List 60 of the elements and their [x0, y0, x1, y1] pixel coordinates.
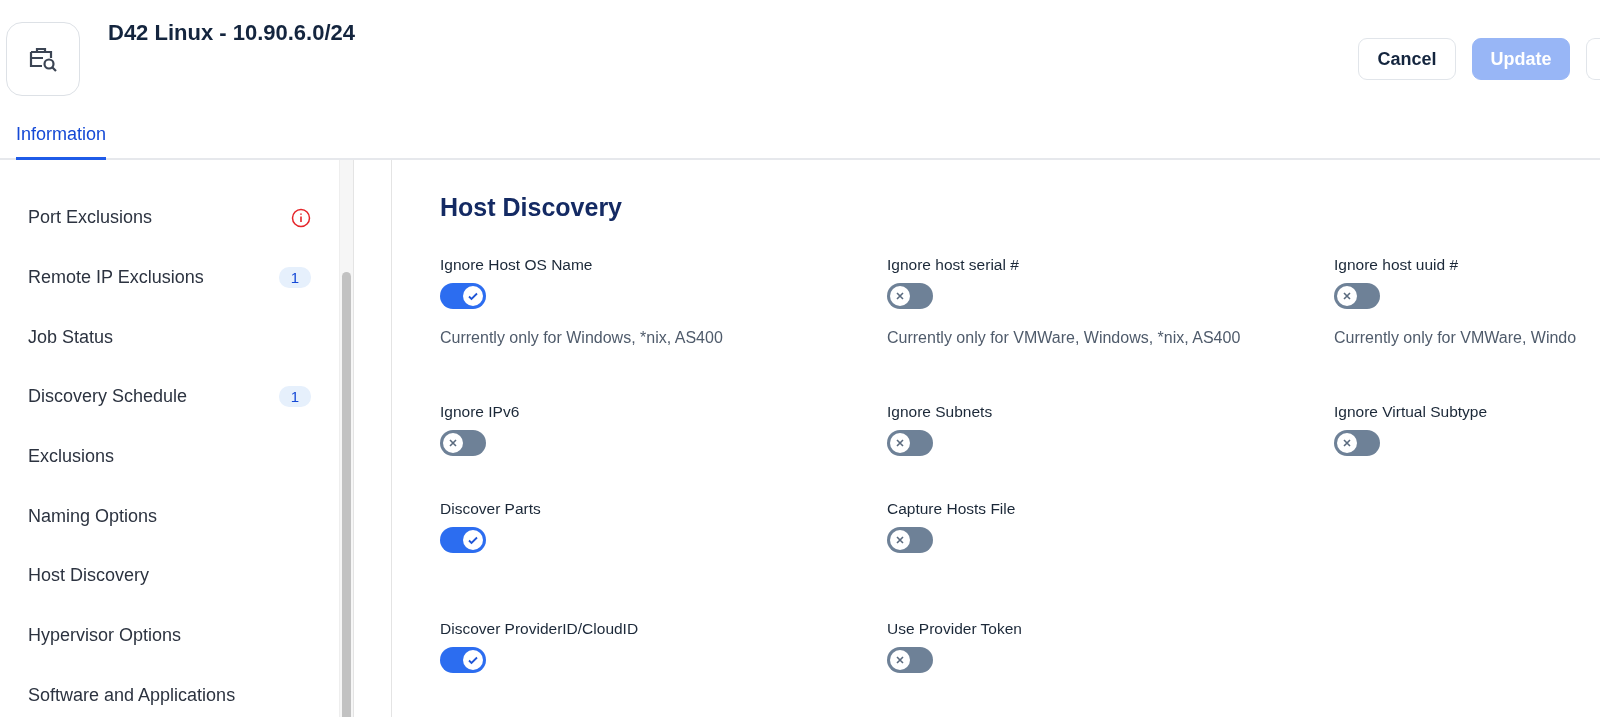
toggle-switch[interactable] [440, 647, 486, 673]
toggle-switch[interactable] [1334, 430, 1380, 456]
briefcase-search-icon [28, 45, 58, 73]
toggle-switch[interactable] [440, 527, 486, 553]
page-title: D42 Linux - 10.90.6.0/24 [108, 20, 356, 46]
toggle-switch[interactable] [887, 430, 933, 456]
sidebar-item-label: Naming Options [28, 505, 159, 527]
info-icon [291, 207, 311, 228]
sidebar-item[interactable]: Software and Applications [0, 665, 339, 717]
sidebar-item[interactable]: Port Exclusions [0, 188, 339, 248]
setting-label: Discover ProviderID/CloudID [440, 620, 639, 638]
x-icon [895, 655, 905, 665]
sidebar-item[interactable]: Hypervisor Options [0, 605, 339, 666]
sidebar-item-label: Port Exclusions [28, 207, 154, 229]
sidebar-item-label: Discovery Schedule [28, 386, 189, 408]
setting-note: Currently only for VMWare, Windows, *nix, AS400 [887, 329, 1241, 347]
scrollbar-thumb[interactable] [342, 272, 351, 717]
setting-label: Ignore Host OS Name [440, 256, 593, 274]
cancel-button[interactable]: Cancel [1358, 38, 1456, 80]
check-icon [467, 534, 479, 546]
sidebar-item-label: Job Status [28, 326, 115, 348]
sidebar-item[interactable]: Remote IP Exclusions 1 [0, 247, 339, 308]
x-icon [895, 438, 905, 448]
sidebar-item[interactable]: Host Discovery [0, 546, 339, 606]
toggle-switch[interactable] [1334, 283, 1380, 309]
sidebar-item-label: Host Discovery [28, 565, 151, 587]
sidebar-item[interactable]: Naming Options [0, 486, 339, 547]
setting-note: Currently only for VMWare, Windo [1334, 329, 1577, 347]
check-icon [467, 290, 479, 302]
sidebar-item[interactable]: Exclusions [0, 426, 339, 487]
sidebar-item[interactable]: Discovery Schedule 1 [0, 367, 339, 427]
count-badge: 1 [278, 386, 311, 408]
x-icon [1342, 438, 1352, 448]
sidebar-item-label: Hypervisor Options [28, 625, 183, 647]
setting-label: Ignore host serial # [887, 256, 1019, 274]
x-icon [895, 535, 905, 545]
x-icon [448, 438, 458, 448]
setting-label: Discover Parts [440, 500, 541, 518]
setting-note: Currently only for Windows, *nix, AS400 [440, 329, 723, 347]
setting-label: Ignore Subnets [887, 403, 993, 421]
setting-label: Ignore host uuid # [1334, 256, 1459, 274]
setting-label: Use Provider Token [887, 620, 1022, 638]
toggle-switch[interactable] [887, 647, 933, 673]
sidebar-item-label: Remote IP Exclusions [28, 267, 205, 289]
setting-label: Ignore Virtual Subtype [1334, 403, 1488, 421]
sidebar-item[interactable]: Job Status [0, 307, 339, 368]
setting-label: Capture Hosts File [887, 500, 1016, 518]
toggle-switch[interactable] [440, 283, 486, 309]
tab[interactable]: Information [16, 118, 107, 160]
x-icon [895, 291, 905, 301]
toggle-switch[interactable] [440, 430, 486, 456]
sidebar-item-label: Software and Applications [28, 684, 237, 706]
x-icon [1342, 291, 1352, 301]
toggle-switch[interactable] [887, 527, 933, 553]
sidebar-item-label: Exclusions [28, 446, 116, 468]
toggle-switch[interactable] [887, 283, 933, 309]
check-icon [467, 654, 479, 666]
count-badge: 1 [278, 267, 311, 289]
setting-label: Ignore IPv6 [440, 403, 520, 421]
section-title: Host Discovery [440, 193, 624, 222]
